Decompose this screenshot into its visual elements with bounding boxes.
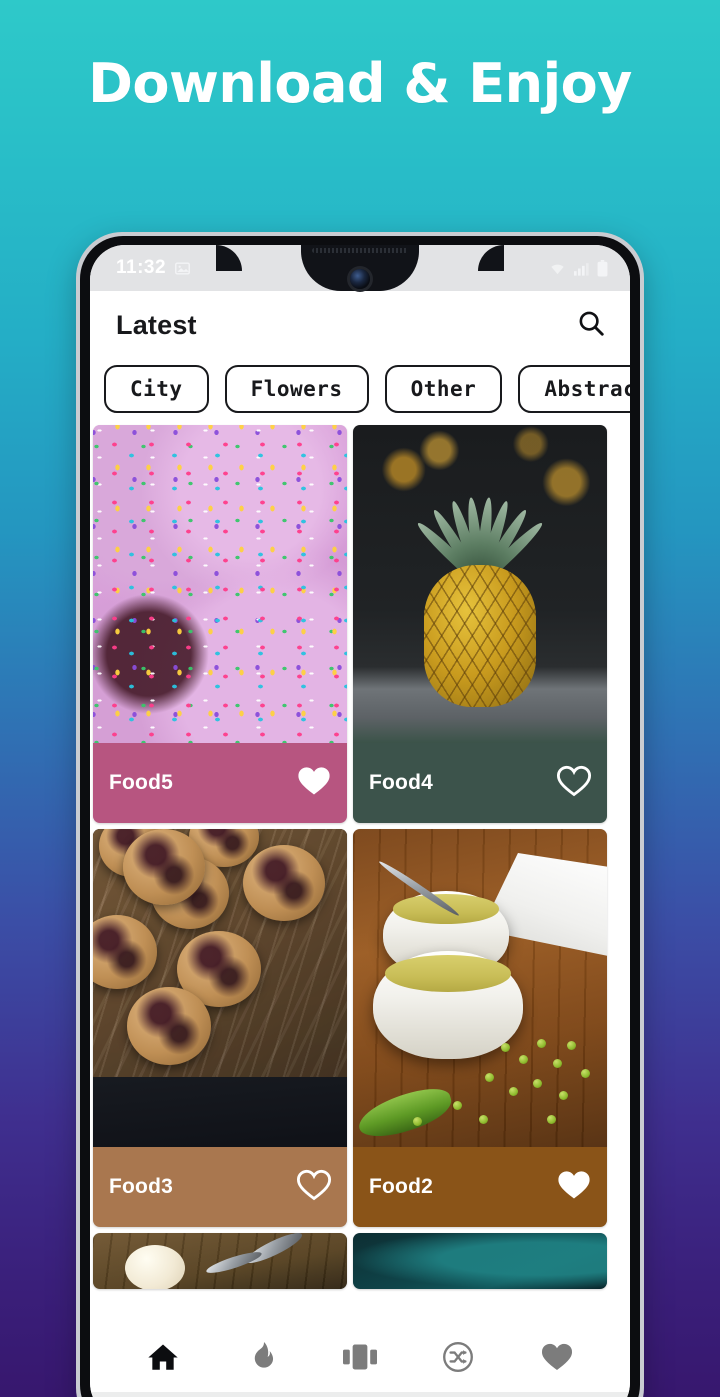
heart-filled-icon[interactable] xyxy=(297,765,331,802)
wallpaper-card[interactable]: Food3 xyxy=(93,829,347,1227)
nav-item-home[interactable] xyxy=(135,1336,191,1382)
flame-icon xyxy=(247,1341,277,1378)
pineapple-crown xyxy=(414,433,546,587)
category-chip-city[interactable]: City xyxy=(104,365,209,413)
category-chip-abstract[interactable]: Abstract xyxy=(518,365,630,413)
app-bar-actions xyxy=(576,308,606,343)
category-chip-bar[interactable]: City Flowers Other Abstract xyxy=(90,359,630,419)
wallpaper-card[interactable]: Food5 xyxy=(93,425,347,823)
wallpaper-thumbnail-food3[interactable] xyxy=(93,829,347,1147)
wallpaper-card-label: Food3 xyxy=(93,1147,347,1227)
heart-outline-icon[interactable] xyxy=(557,765,591,802)
category-chip-other[interactable]: Other xyxy=(384,365,503,413)
status-bar-left: 11:32 xyxy=(116,257,191,279)
wallpaper-card-label: Food4 xyxy=(353,743,607,823)
nav-item-favorites[interactable] xyxy=(529,1336,585,1382)
nav-item-trending[interactable] xyxy=(234,1336,290,1382)
sprinkle-texture xyxy=(93,425,347,743)
wallpaper-thumbnail-food5[interactable] xyxy=(93,425,347,743)
soup-bowl-front xyxy=(373,951,523,1059)
pineapple-body xyxy=(424,565,536,707)
bottom-navigation-bar[interactable] xyxy=(90,1322,630,1397)
egg-shape xyxy=(125,1245,185,1289)
carousel-icon xyxy=(342,1343,377,1376)
image-icon xyxy=(175,261,190,275)
spoon-shape xyxy=(243,1233,305,1268)
wallpaper-card[interactable] xyxy=(353,1233,607,1289)
heart-icon xyxy=(540,1342,574,1377)
earpiece-speaker xyxy=(312,248,408,253)
wallpaper-thumbnail-food4[interactable] xyxy=(353,425,607,743)
heart-outline-icon[interactable] xyxy=(297,1169,331,1206)
phone-bezel: 11:32 Latest City Flowers Other Abstra F… xyxy=(80,236,640,1397)
status-bar-right xyxy=(548,259,608,277)
category-chip-flowers[interactable]: Flowers xyxy=(224,365,369,413)
home-icon xyxy=(146,1341,180,1378)
page-title: Latest xyxy=(116,309,197,340)
app-bar: Latest xyxy=(90,291,630,359)
battery-icon xyxy=(597,259,608,277)
phone-mockup: 11:32 Latest City Flowers Other Abstra F… xyxy=(76,232,644,1397)
nav-item-slides[interactable] xyxy=(332,1336,388,1382)
pea-pod xyxy=(353,1082,457,1144)
promo-headline: Download & Enjoy xyxy=(88,52,632,115)
wallpaper-card[interactable] xyxy=(93,1233,347,1289)
search-icon[interactable] xyxy=(576,308,606,343)
wallpaper-card-label: Food2 xyxy=(353,1147,607,1227)
wallpaper-thumbnail-food2[interactable] xyxy=(353,829,607,1147)
nav-item-random[interactable] xyxy=(430,1336,486,1382)
wallpaper-thumbnail-partial-left[interactable] xyxy=(93,1233,347,1289)
wallpaper-card[interactable]: Food2 xyxy=(353,829,607,1227)
shuffle-icon xyxy=(442,1341,474,1378)
wallpaper-title: Food2 xyxy=(369,1175,433,1198)
wallpaper-title: Food4 xyxy=(369,771,433,794)
heart-filled-icon[interactable] xyxy=(557,1169,591,1206)
wallpaper-grid: Food5 Food4 Food3 Food2 xyxy=(90,419,630,1289)
signal-icon xyxy=(574,262,589,276)
gesture-nav-bar xyxy=(90,1392,630,1397)
wallpaper-card[interactable]: Food4 xyxy=(353,425,607,823)
wallpaper-thumbnail-partial-right[interactable] xyxy=(353,1233,607,1289)
wallpaper-title: Food5 xyxy=(109,771,173,794)
wallpaper-card-label: Food5 xyxy=(93,743,347,823)
wifi-icon xyxy=(551,264,564,274)
wallpaper-title: Food3 xyxy=(109,1175,173,1198)
status-time: 11:32 xyxy=(116,257,167,278)
phone-screen: 11:32 Latest City Flowers Other Abstra F… xyxy=(90,245,630,1397)
